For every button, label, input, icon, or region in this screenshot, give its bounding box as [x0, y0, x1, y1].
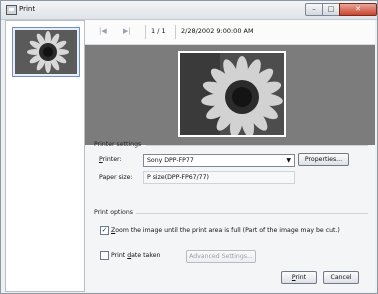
- paper-size-field: P size(DPP-FP67/77): [143, 171, 295, 184]
- print-date-checkbox-label[interactable]: Print date taken: [111, 252, 160, 259]
- navigation-bar: |◀ ▶| 1 / 1 2/28/2002 9:00:00 AM: [85, 20, 375, 45]
- sunflower-preview: [180, 53, 284, 138]
- print-date-checkbox[interactable]: [100, 251, 109, 260]
- print-options-heading: Print options: [94, 209, 133, 216]
- divider: [146, 145, 368, 146]
- cancel-button[interactable]: Cancel: [323, 271, 359, 284]
- printer-select-value: Sony DPP-FP77: [147, 157, 194, 164]
- page-counter: 1 / 1: [151, 27, 166, 35]
- print-dialog: Print – □ ✕ |◀ ▶| 1 / 1 2/28/2002 9:00:0…: [0, 0, 378, 294]
- title-bar[interactable]: Print – □ ✕: [1, 1, 377, 20]
- paper-size-label: Paper size:: [99, 174, 133, 181]
- properties-button[interactable]: Properties...: [298, 153, 349, 166]
- minimize-button[interactable]: –: [305, 3, 323, 16]
- zoom-checkbox[interactable]: ✓: [100, 226, 109, 235]
- next-page-icon[interactable]: ▶|: [123, 27, 135, 37]
- maximize-button[interactable]: □: [322, 3, 340, 16]
- printer-settings-heading: Printer settings: [94, 141, 142, 148]
- printer-label: Printer:: [99, 156, 122, 163]
- print-window-icon: [6, 5, 17, 15]
- first-page-icon[interactable]: |◀: [99, 27, 111, 37]
- divider: [145, 25, 146, 39]
- paper-size-value: P size(DPP-FP67/77): [147, 174, 209, 181]
- thumbnail-item[interactable]: [12, 27, 80, 77]
- divider: [136, 213, 368, 214]
- printer-select[interactable]: Sony DPP-FP77 ▼: [143, 154, 295, 167]
- photo-datetime: 2/28/2002 9:00:00 AM: [181, 27, 254, 35]
- sunflower-thumbnail: [15, 30, 77, 74]
- dropdown-arrow-icon: ▼: [286, 157, 291, 164]
- window-title: Print: [19, 5, 36, 13]
- divider: [175, 25, 176, 39]
- advanced-settings-button[interactable]: Advanced Settings...: [186, 250, 256, 263]
- print-button[interactable]: Print: [281, 271, 317, 284]
- print-preview: [85, 45, 375, 145]
- preview-image-frame: [178, 51, 286, 138]
- thumbnail-list[interactable]: [5, 20, 85, 292]
- zoom-checkbox-label[interactable]: Zoom the image until the print area is f…: [111, 227, 340, 234]
- close-button[interactable]: ✕: [339, 3, 377, 16]
